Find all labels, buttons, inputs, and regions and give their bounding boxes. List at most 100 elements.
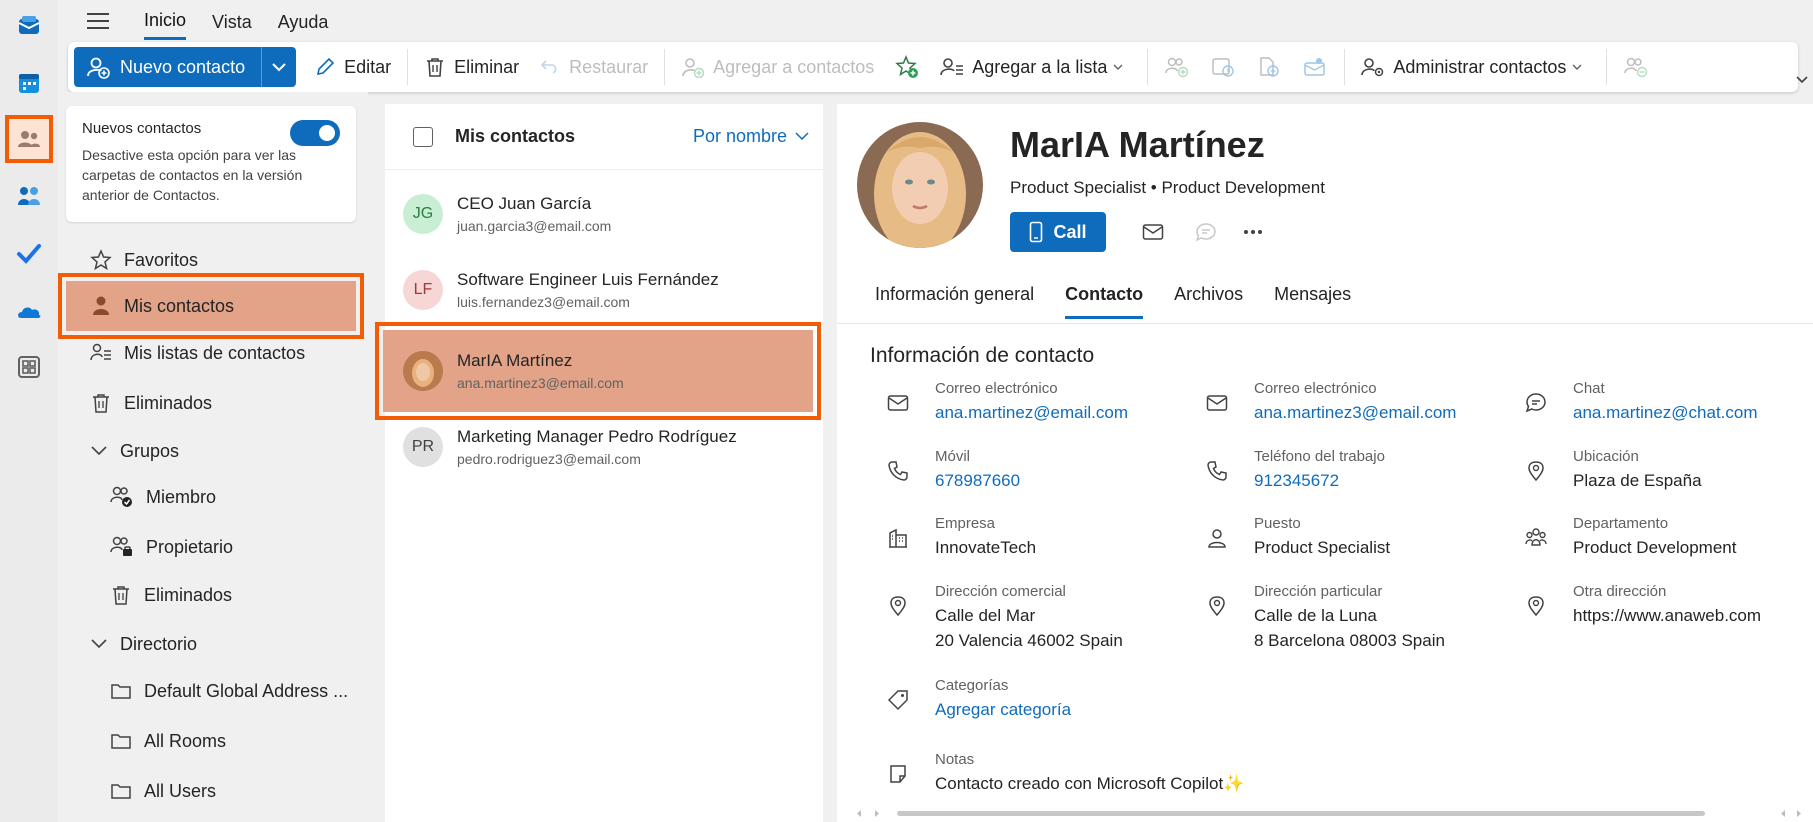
building-icon <box>889 528 907 548</box>
scroll-left-icon[interactable] <box>1779 809 1787 818</box>
more-options-icon[interactable] <box>1233 212 1273 252</box>
field-other-address: Otra dirección https://www.anaweb.com <box>1525 583 1761 628</box>
field-label: Ubicación <box>1573 448 1639 465</box>
toolbar-divider <box>664 49 666 85</box>
field-label: Puesto <box>1254 515 1301 532</box>
scroll-right-icon[interactable] <box>873 809 881 818</box>
people-icon[interactable] <box>5 115 53 163</box>
mail-icon[interactable] <box>9 6 49 46</box>
delete-button[interactable]: Eliminar <box>414 47 529 87</box>
people-list-icon <box>940 58 964 76</box>
avatar: PR <box>403 427 443 467</box>
sort-dropdown[interactable]: Por nombre <box>693 126 809 147</box>
add-to-list-button[interactable]: Agregar a la lista <box>930 47 1141 87</box>
chat-action-icon[interactable] <box>1186 212 1226 252</box>
scroll-left-icon[interactable] <box>855 809 863 818</box>
trash-icon <box>93 394 109 413</box>
onedrive-icon[interactable] <box>9 292 49 332</box>
field-email-1: Correo electrónico ana.martinez@email.com <box>887 380 1128 425</box>
list-item[interactable]: JG CEO Juan García juan.garcia3@email.co… <box>385 176 823 252</box>
field-value: InnovateTech <box>935 538 1037 557</box>
nav-item-member[interactable]: Miembro <box>110 475 216 519</box>
email-action-icon[interactable] <box>1133 212 1173 252</box>
share-mail-button[interactable] <box>1292 47 1338 87</box>
field-value: https://www.anaweb.com <box>1573 606 1762 625</box>
new-contacts-switch[interactable] <box>290 120 340 146</box>
edit-button[interactable]: Editar <box>304 47 401 87</box>
email-link[interactable]: ana.martinez@email.com <box>935 401 1128 425</box>
nav-label: Mis listas de contactos <box>124 342 306 363</box>
section-title: Información de contacto <box>870 344 1095 367</box>
menu-tab-inicio[interactable]: Inicio <box>144 2 187 40</box>
nav-item-my-lists[interactable]: Mis listas de contactos <box>90 331 305 375</box>
list-item[interactable]: LF Software Engineer Luis Fernández luis… <box>385 252 823 328</box>
email-link[interactable]: ana.martinez3@email.com <box>1254 401 1456 425</box>
tab-general[interactable]: Información general <box>875 284 1034 319</box>
groups-icon[interactable] <box>9 176 49 216</box>
add-to-contacts-button[interactable]: Agregar a contactos <box>671 47 884 87</box>
folder-icon <box>111 734 131 749</box>
scroll-right-icon[interactable] <box>1795 809 1803 818</box>
field-label: Otra dirección <box>1573 583 1667 600</box>
add-to-list-label: Agregar a la lista <box>972 56 1108 77</box>
nav-group-directory[interactable]: Directorio <box>90 622 197 666</box>
contact-photo <box>857 122 983 248</box>
left-navigation: Nuevos contactos Desactive esta opción p… <box>58 92 368 822</box>
people-settings-icon <box>1361 58 1384 77</box>
list-item-selected[interactable]: MarIA Martínez ana.martinez3@email.com <box>385 333 823 409</box>
nav-item-deleted[interactable]: Eliminados <box>90 381 212 425</box>
new-contact-dropdown[interactable] <box>262 47 296 87</box>
apps-icon[interactable] <box>9 347 49 387</box>
nav-item-global-address[interactable]: Default Global Address ... <box>110 669 348 713</box>
tab-messages[interactable]: Mensajes <box>1274 284 1351 319</box>
ribbon-expand-icon[interactable] <box>1795 70 1809 90</box>
chat-icon <box>1525 393 1546 413</box>
tab-contact[interactable]: Contacto <box>1065 284 1144 319</box>
chevron-down-icon <box>1113 64 1123 70</box>
nav-group-groups[interactable]: Grupos <box>90 429 179 473</box>
manage-contacts-button[interactable]: Administrar contactos <box>1351 47 1600 87</box>
nav-item-owner[interactable]: Propietario <box>110 525 233 569</box>
list-item[interactable]: PR Marketing Manager Pedro Rodríguez ped… <box>385 409 823 485</box>
avatar: JG <box>403 194 443 234</box>
nav-item-all-users[interactable]: All Users <box>110 769 216 813</box>
chat-link[interactable]: ana.martinez@chat.com <box>1573 401 1758 425</box>
call-button[interactable]: Call <box>1010 212 1106 252</box>
invite-button[interactable] <box>1154 47 1200 87</box>
add-category-link[interactable]: Agregar categoría <box>935 698 1071 722</box>
phone-link[interactable]: 912345672 <box>1254 469 1385 493</box>
address-line-2: 8 Barcelona 08003 Spain <box>1254 631 1445 650</box>
nav-item-all-rooms[interactable]: All Rooms <box>110 719 226 763</box>
hamburger-menu-icon[interactable] <box>78 1 118 41</box>
add-file-button[interactable] <box>1246 47 1292 87</box>
person-icon <box>1208 529 1226 548</box>
menu-tab-vista[interactable]: Vista <box>212 4 252 39</box>
nav-label: Eliminados <box>124 392 213 413</box>
todo-icon[interactable] <box>9 233 49 273</box>
restore-button[interactable]: Restaurar <box>529 47 658 87</box>
select-all-checkbox[interactable] <box>413 126 433 147</box>
contact-name: Software Engineer Luis Fernández <box>457 270 719 289</box>
phone-icon <box>1207 461 1227 481</box>
scrollbar-thumb[interactable] <box>897 811 1705 816</box>
tab-files[interactable]: Archivos <box>1174 284 1243 319</box>
new-contact-button[interactable]: Nuevo contacto <box>74 47 263 87</box>
nav-label: Mis contactos <box>124 295 235 316</box>
calendar-icon[interactable] <box>9 63 49 103</box>
phone-link[interactable]: 678987660 <box>935 469 1020 493</box>
field-label: Móvil <box>935 448 971 465</box>
nav-item-my-contacts[interactable]: Mis contactos <box>90 284 234 328</box>
field-work-phone: Teléfono del trabajo 912345672 <box>1206 448 1385 493</box>
tab-divider <box>837 323 1813 324</box>
people-sync-button[interactable] <box>1613 47 1659 87</box>
add-to-favorites-button[interactable] <box>884 47 930 87</box>
field-label: Teléfono del trabajo <box>1254 448 1385 465</box>
address-line-2: 20 Valencia 46002 Spain <box>935 631 1123 650</box>
nav-item-groups-deleted[interactable]: Eliminados <box>110 573 232 617</box>
menu-tab-ayuda[interactable]: Ayuda <box>278 4 329 39</box>
horizontal-scrollbar[interactable] <box>847 808 1807 818</box>
restore-label: Restaurar <box>569 56 649 77</box>
schedule-button[interactable] <box>1200 47 1246 87</box>
field-position: Puesto Product Specialist <box>1206 515 1390 560</box>
star-add-icon <box>895 55 919 78</box>
